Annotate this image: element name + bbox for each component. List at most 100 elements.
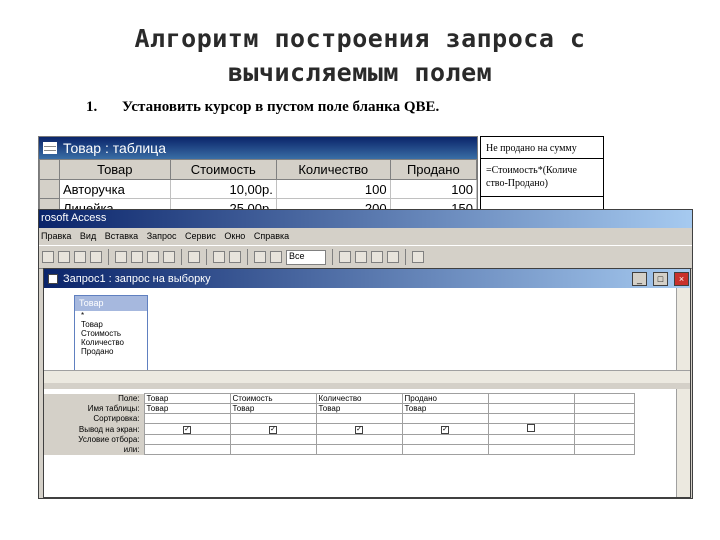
show-checkbox-checked[interactable]: ✓ xyxy=(183,426,191,434)
field-list-item[interactable]: Товар xyxy=(75,320,147,329)
show-checkbox-checked[interactable]: ✓ xyxy=(269,426,277,434)
access-titlebar[interactable]: rosoft Access xyxy=(39,210,692,228)
qbe-show-cell[interactable]: ✓ xyxy=(401,423,489,435)
cell[interactable]: Авторучка xyxy=(59,179,171,199)
slide-title-line1: Алгоритм построения запроса с xyxy=(134,24,586,53)
qbe-row-label: Поле: xyxy=(44,393,144,404)
format-painter-icon[interactable] xyxy=(163,251,175,263)
menu-tools[interactable]: Сервис xyxy=(185,231,216,241)
qbe-or-cell[interactable] xyxy=(487,444,575,455)
menu-view[interactable]: Вид xyxy=(80,231,96,241)
qbe-table-cell[interactable]: Товар xyxy=(315,403,403,414)
qbe-show-cell[interactable] xyxy=(487,423,575,435)
column-header[interactable]: Товар xyxy=(59,159,171,180)
show-table-icon[interactable] xyxy=(254,251,266,263)
maximize-icon[interactable]: □ xyxy=(653,271,668,286)
show-checkbox-checked[interactable]: ✓ xyxy=(441,426,449,434)
qbe-or-cell[interactable] xyxy=(143,444,231,455)
cell[interactable]: 100 xyxy=(389,179,477,199)
slide-title: Алгоритм построения запроса с вычисляемы… xyxy=(0,22,720,90)
query-type-icon[interactable] xyxy=(213,251,225,263)
field-list-title[interactable]: Товар xyxy=(75,296,147,311)
column-header[interactable]: Продано xyxy=(389,159,477,180)
qbe-vertical-scrollbar[interactable] xyxy=(676,389,690,497)
table-pane-vertical-scrollbar[interactable] xyxy=(676,288,690,383)
qbe-table-cell[interactable]: Товар xyxy=(143,403,231,414)
properties-icon[interactable] xyxy=(339,251,351,263)
menu-window[interactable]: Окно xyxy=(224,231,245,241)
qbe-field-cell[interactable]: Стоимость xyxy=(229,393,317,404)
menu-edit[interactable]: Правка xyxy=(41,231,71,241)
save-icon[interactable] xyxy=(58,251,70,263)
menu-query[interactable]: Запрос xyxy=(147,231,177,241)
undo-icon[interactable] xyxy=(188,251,200,263)
query-titlebar[interactable]: Запрос1 : запрос на выборку _ □ × xyxy=(44,269,690,288)
qbe-or-cell[interactable] xyxy=(401,444,489,455)
qbe-sort-cell[interactable] xyxy=(401,413,489,424)
table-pane-horizontal-scrollbar[interactable] xyxy=(44,370,690,383)
cut-icon[interactable] xyxy=(115,251,127,263)
field-list-item[interactable]: * xyxy=(75,311,147,320)
copy-icon[interactable] xyxy=(131,251,143,263)
qbe-sort-cell[interactable] xyxy=(573,413,635,424)
qbe-or-cell[interactable] xyxy=(315,444,403,455)
cell[interactable]: 100 xyxy=(275,179,391,199)
qbe-table-cell[interactable]: Товар xyxy=(401,403,489,414)
menu-insert[interactable]: Вставка xyxy=(105,231,138,241)
qbe-criteria-cell[interactable] xyxy=(487,434,575,445)
qbe-show-cell[interactable] xyxy=(573,423,635,435)
toolbar-separator xyxy=(108,249,109,265)
qbe-field-cell[interactable]: Товар xyxy=(143,393,231,404)
field-list-item[interactable]: Количество xyxy=(75,338,147,347)
qbe-sort-cell[interactable] xyxy=(229,413,317,424)
cell[interactable]: 10,00р. xyxy=(169,179,277,199)
new-object-icon[interactable] xyxy=(387,251,399,263)
qbe-criteria-cell[interactable] xyxy=(315,434,403,445)
database-window-icon[interactable] xyxy=(371,251,383,263)
qbe-criteria-cell[interactable] xyxy=(229,434,317,445)
qbe-or-cell[interactable] xyxy=(573,444,635,455)
field-list-item[interactable]: Стоимость xyxy=(75,329,147,338)
totals-icon[interactable] xyxy=(270,251,282,263)
table-window-titlebar[interactable]: Товар : таблица xyxy=(39,137,477,159)
column-header[interactable]: Стоимость xyxy=(169,159,277,180)
view-icon[interactable] xyxy=(42,251,54,263)
show-checkbox-unchecked[interactable] xyxy=(527,424,535,432)
select-all-corner[interactable] xyxy=(39,159,60,180)
step-instruction: 1. Установить курсор в пустом поле бланка… xyxy=(86,99,686,116)
help-icon[interactable] xyxy=(412,251,424,263)
qbe-table-cell[interactable] xyxy=(573,403,635,414)
build-icon[interactable] xyxy=(355,251,367,263)
qbe-table-cell[interactable] xyxy=(487,403,575,414)
run-icon[interactable] xyxy=(229,251,241,263)
column-header[interactable]: Количество xyxy=(275,159,391,180)
row-selector[interactable] xyxy=(39,179,60,199)
qbe-sort-cell[interactable] xyxy=(143,413,231,424)
field-list-item[interactable]: Продано xyxy=(75,347,147,356)
qbe-criteria-cell[interactable] xyxy=(401,434,489,445)
close-icon[interactable]: × xyxy=(674,271,689,286)
qbe-show-cell[interactable]: ✓ xyxy=(229,423,317,435)
qbe-empty-field-cell[interactable] xyxy=(487,393,575,404)
top-values-select[interactable]: Все xyxy=(286,249,326,265)
show-checkbox-checked[interactable]: ✓ xyxy=(355,426,363,434)
minimize-icon[interactable]: _ xyxy=(632,271,647,286)
qbe-table-cell[interactable]: Товар xyxy=(229,403,317,414)
qbe-criteria-cell[interactable] xyxy=(143,434,231,445)
qbe-empty-field-cell[interactable] xyxy=(573,393,635,404)
menu-help[interactable]: Справка xyxy=(254,231,289,241)
preview-icon[interactable] xyxy=(90,251,102,263)
qbe-row-label: Условие отбора: xyxy=(44,434,144,445)
qbe-sort-cell[interactable] xyxy=(315,413,403,424)
toolbar-separator xyxy=(332,249,333,265)
print-icon[interactable] xyxy=(74,251,86,263)
qbe-criteria-cell[interactable] xyxy=(573,434,635,445)
qbe-field-cell[interactable]: Продано xyxy=(401,393,489,404)
qbe-field-cell[interactable]: Количество xyxy=(315,393,403,404)
qbe-show-cell[interactable]: ✓ xyxy=(315,423,403,435)
qbe-sort-cell[interactable] xyxy=(487,413,575,424)
qbe-show-cell[interactable]: ✓ xyxy=(143,423,231,435)
pane-splitter[interactable] xyxy=(44,383,690,389)
paste-icon[interactable] xyxy=(147,251,159,263)
qbe-or-cell[interactable] xyxy=(229,444,317,455)
